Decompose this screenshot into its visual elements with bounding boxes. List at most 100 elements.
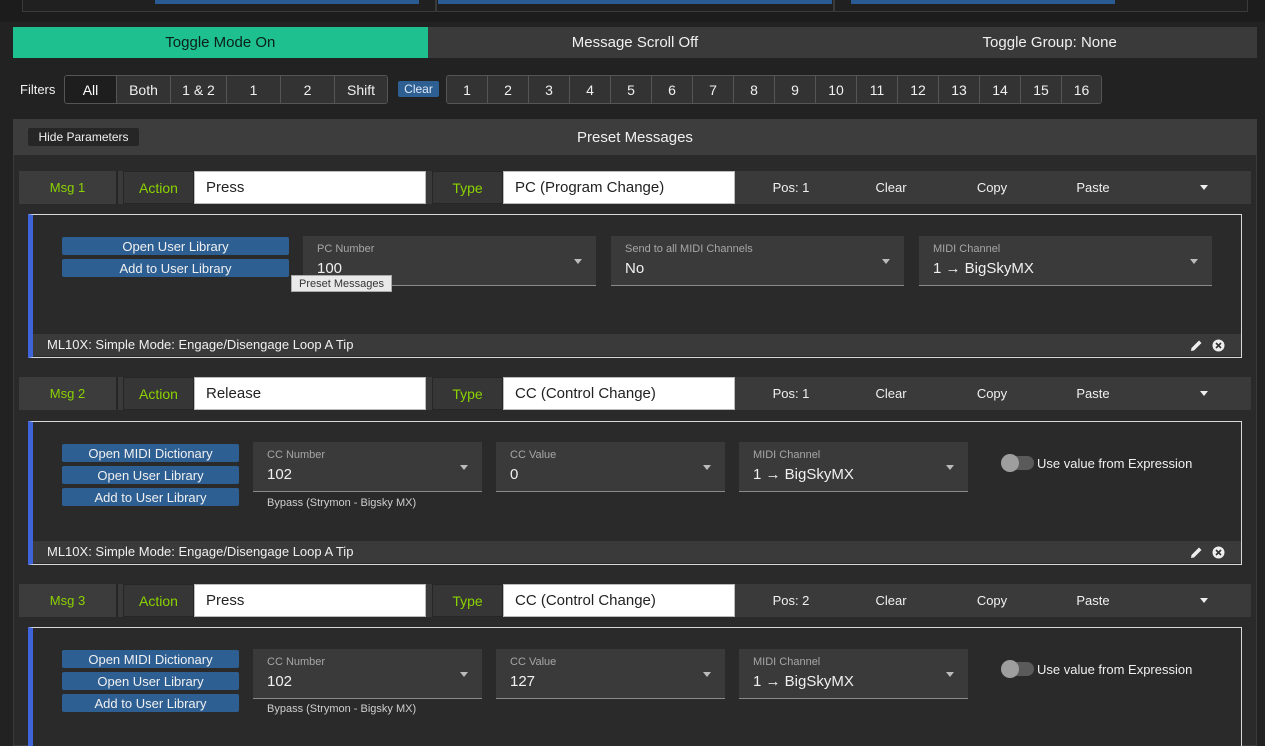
filters-label: Filters bbox=[20, 82, 56, 97]
message-tag[interactable]: Msg 2 bbox=[19, 377, 118, 410]
type-select[interactable]: CC (Control Change) bbox=[503, 584, 735, 617]
channel-filter-button[interactable]: 15 bbox=[1021, 76, 1062, 103]
footer-text: ML10X: Simple Mode: Engage/Disengage Loo… bbox=[47, 337, 354, 352]
message-tag[interactable]: Msg 3 bbox=[19, 584, 118, 617]
message-row: Msg 1 Action Press Type PC (Program Chan… bbox=[19, 171, 1251, 204]
filter-clear-button[interactable]: Clear bbox=[398, 81, 439, 97]
channel-filter-button[interactable]: 9 bbox=[775, 76, 816, 103]
add-to-user-library-button[interactable]: Add to User Library bbox=[62, 694, 239, 712]
channel-filter-button[interactable]: 2 bbox=[488, 76, 529, 103]
cc-number-select[interactable]: CC Number 102 bbox=[253, 442, 482, 492]
filter-group: All Both 1 & 2 1 2 Shift bbox=[64, 75, 388, 104]
top-indicator bbox=[155, 0, 419, 4]
hide-parameters-button[interactable]: Hide Parameters bbox=[28, 128, 139, 146]
filter-both-button[interactable]: Both bbox=[117, 76, 171, 103]
type-select[interactable]: PC (Program Change) bbox=[503, 171, 735, 204]
chevron-down-icon[interactable] bbox=[1189, 377, 1219, 410]
chevron-down-icon bbox=[460, 465, 468, 470]
close-circle-icon[interactable] bbox=[1211, 338, 1225, 352]
field-value: 0 bbox=[510, 466, 519, 483]
expression-toggle-label: Use value from Expression bbox=[1037, 662, 1193, 677]
field-label: MIDI Channel bbox=[753, 449, 821, 461]
channel-filter-button[interactable]: 3 bbox=[529, 76, 570, 103]
chevron-down-icon[interactable] bbox=[1189, 171, 1219, 204]
field-label: CC Value bbox=[510, 656, 557, 668]
tooltip: Preset Messages bbox=[291, 275, 392, 292]
message-footer: ML10X: Simple Mode: Engage/Disengage Loo… bbox=[33, 334, 1241, 356]
toggle-mode-button[interactable]: Toggle Mode On bbox=[13, 27, 428, 58]
field-label: CC Number bbox=[267, 449, 326, 461]
mode-bar: Toggle Mode On Message Scroll Off Toggle… bbox=[13, 27, 1257, 58]
send-all-channels-select[interactable]: Send to all MIDI Channels No bbox=[611, 236, 904, 286]
chevron-down-icon bbox=[703, 672, 711, 677]
chevron-down-icon[interactable] bbox=[1189, 584, 1219, 617]
action-select[interactable]: Press bbox=[194, 584, 426, 617]
midi-channel-select[interactable]: MIDI Channel 1 → BigSkyMX bbox=[919, 236, 1212, 286]
chevron-down-icon bbox=[946, 672, 954, 677]
open-midi-dictionary-button[interactable]: Open MIDI Dictionary bbox=[62, 650, 239, 668]
channel-filter-button[interactable]: 14 bbox=[980, 76, 1021, 103]
channel-filter-button[interactable]: 12 bbox=[898, 76, 939, 103]
close-circle-icon[interactable] bbox=[1211, 545, 1225, 559]
message-footer: ML10X: Simple Mode: Engage/Disengage Loo… bbox=[33, 541, 1241, 563]
copy-button[interactable]: Copy bbox=[941, 171, 1043, 204]
midi-channel-select[interactable]: MIDI Channel 1 → BigSkyMX bbox=[739, 442, 968, 492]
message-tag[interactable]: Msg 1 bbox=[19, 171, 118, 204]
channel-filter-button[interactable]: 8 bbox=[734, 76, 775, 103]
filter-all-button[interactable]: All bbox=[65, 76, 117, 103]
type-select[interactable]: CC (Control Change) bbox=[503, 377, 735, 410]
cc-description: Bypass (Strymon - Bigsky MX) bbox=[267, 497, 417, 509]
action-label: Action bbox=[123, 377, 194, 410]
type-label: Type bbox=[432, 171, 503, 204]
toggle-group-button[interactable]: Toggle Group: None bbox=[842, 27, 1257, 58]
copy-button[interactable]: Copy bbox=[941, 377, 1043, 410]
copy-button[interactable]: Copy bbox=[941, 584, 1043, 617]
filter-1-button[interactable]: 1 bbox=[227, 76, 281, 103]
top-indicator bbox=[438, 0, 832, 4]
open-user-library-button[interactable]: Open User Library bbox=[62, 237, 289, 255]
clear-button[interactable]: Clear bbox=[841, 171, 941, 204]
message-scroll-button[interactable]: Message Scroll Off bbox=[428, 27, 843, 58]
chevron-down-icon bbox=[946, 465, 954, 470]
channel-filter-button[interactable]: 16 bbox=[1062, 76, 1101, 103]
open-user-library-button[interactable]: Open User Library bbox=[62, 672, 239, 690]
channel-filter-button[interactable]: 4 bbox=[570, 76, 611, 103]
chevron-down-icon bbox=[1190, 259, 1198, 264]
open-user-library-button[interactable]: Open User Library bbox=[62, 466, 239, 484]
pencil-icon[interactable] bbox=[1189, 338, 1203, 352]
channel-filter-button[interactable]: 11 bbox=[857, 76, 898, 103]
channel-filter-button[interactable]: 10 bbox=[816, 76, 857, 103]
field-label: MIDI Channel bbox=[933, 243, 1001, 255]
open-midi-dictionary-button[interactable]: Open MIDI Dictionary bbox=[62, 444, 239, 462]
channel-filter-button[interactable]: 6 bbox=[652, 76, 693, 103]
action-select[interactable]: Press bbox=[194, 171, 426, 204]
clear-button[interactable]: Clear bbox=[841, 377, 941, 410]
expression-toggle[interactable] bbox=[1001, 660, 1034, 678]
midi-channel-select[interactable]: MIDI Channel 1 → BigSkyMX bbox=[739, 649, 968, 699]
paste-button[interactable]: Paste bbox=[1043, 584, 1143, 617]
clear-button[interactable]: Clear bbox=[841, 584, 941, 617]
chevron-down-icon bbox=[574, 259, 582, 264]
top-indicator bbox=[851, 0, 1115, 4]
filter-1-2-button[interactable]: 1 & 2 bbox=[171, 76, 227, 103]
channel-filter-button[interactable]: 13 bbox=[939, 76, 980, 103]
paste-button[interactable]: Paste bbox=[1043, 171, 1143, 204]
field-value: No bbox=[625, 260, 645, 277]
add-to-user-library-button[interactable]: Add to User Library bbox=[62, 259, 289, 277]
cc-value-select[interactable]: CC Value 0 bbox=[496, 442, 725, 492]
cc-number-select[interactable]: CC Number 102 bbox=[253, 649, 482, 699]
channel-filter-button[interactable]: 5 bbox=[611, 76, 652, 103]
filter-2-button[interactable]: 2 bbox=[281, 76, 335, 103]
channel-filter-button[interactable]: 1 bbox=[447, 76, 488, 103]
chevron-down-icon bbox=[460, 672, 468, 677]
field-label: CC Value bbox=[510, 449, 557, 461]
action-select[interactable]: Release bbox=[194, 377, 426, 410]
paste-button[interactable]: Paste bbox=[1043, 377, 1143, 410]
expression-toggle-label: Use value from Expression bbox=[1037, 456, 1193, 471]
pencil-icon[interactable] bbox=[1189, 545, 1203, 559]
filter-shift-button[interactable]: Shift bbox=[335, 76, 387, 103]
cc-value-select[interactable]: CC Value 127 bbox=[496, 649, 725, 699]
channel-filter-button[interactable]: 7 bbox=[693, 76, 734, 103]
add-to-user-library-button[interactable]: Add to User Library bbox=[62, 488, 239, 506]
expression-toggle[interactable] bbox=[1001, 454, 1034, 472]
